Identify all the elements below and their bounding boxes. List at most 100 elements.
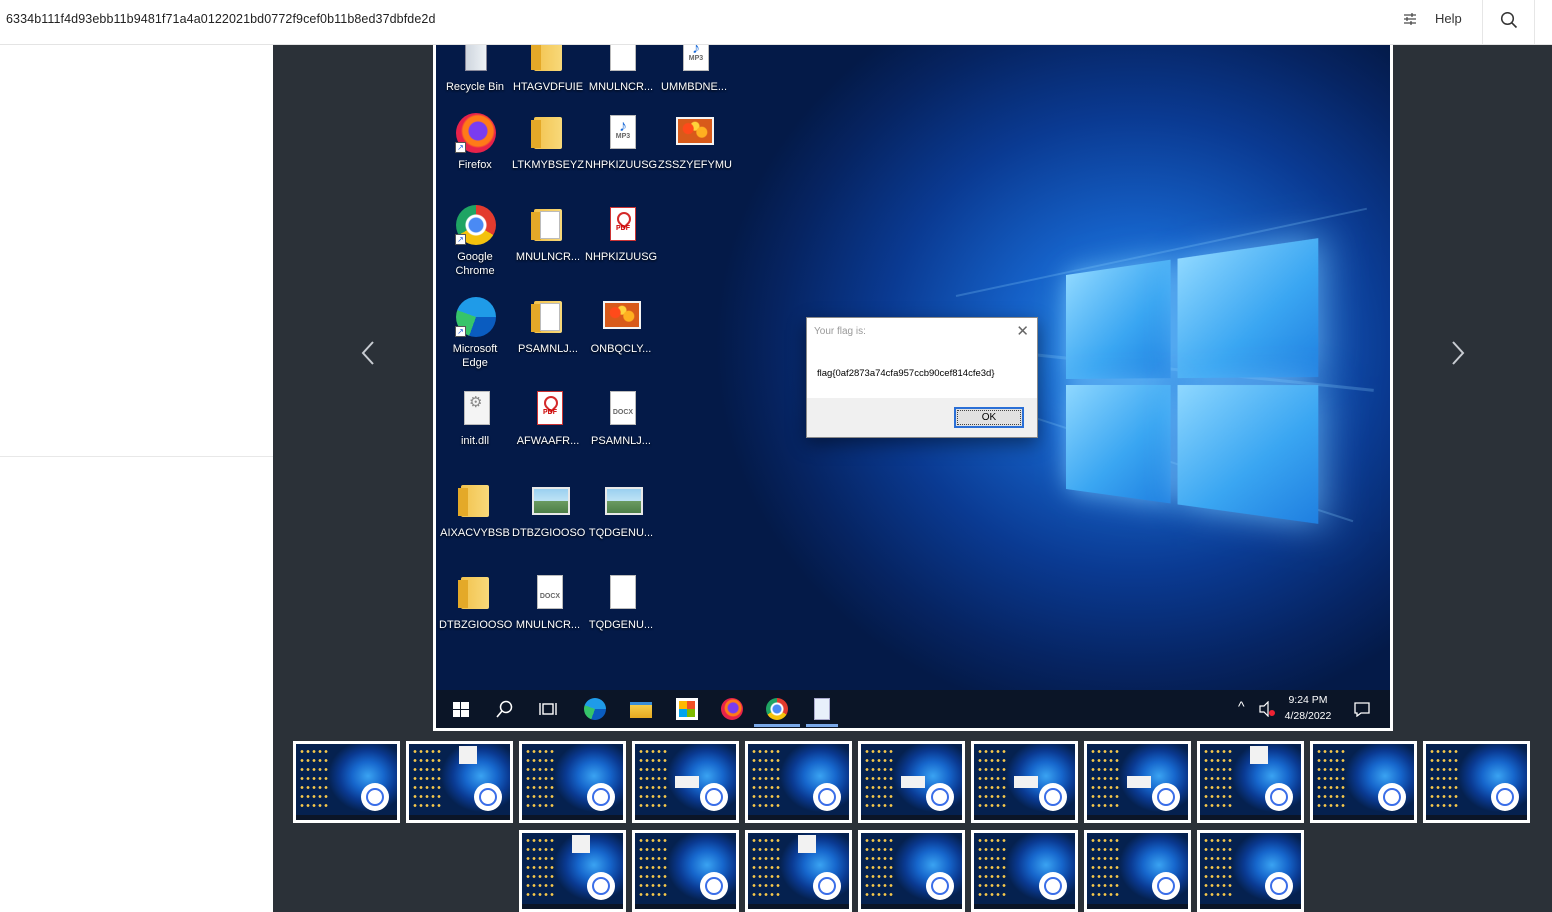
chevron-right-icon[interactable] [1445,338,1469,368]
folder-icon [528,111,568,155]
docx-file-icon: DOCX [601,387,641,431]
logo-pane [1177,385,1319,524]
icon-label: Microsoft Edge [452,343,498,369]
task-view-icon[interactable] [538,698,560,720]
icon-label: ZSSZYEFYMU [658,159,732,171]
desktop-icon-folder[interactable]: AIXACVYBSB [439,479,511,540]
sliders-icon[interactable] [1402,11,1418,27]
sandbox-badge-icon [813,872,841,900]
thumbnail[interactable] [406,741,513,823]
firefox-icon[interactable] [721,698,743,720]
help-link[interactable]: Help [1435,11,1462,26]
desktop-icon-folder[interactable]: DTBZGIOOSO [439,571,512,632]
desktop-icon-folder-document[interactable]: MNULNCR... [512,203,584,264]
desktop-icon-mp3[interactable]: ♪ MP3 NHPKIZUUSG [585,111,657,172]
firefox-icon: ↗ [455,111,496,155]
thumbnail[interactable] [1197,830,1304,912]
desktop-icon-recycle-bin[interactable]: Recycle Bin [439,45,511,94]
clock-time: 9:24 PM [1288,694,1328,706]
desktop-icon-picture[interactable]: DTBZGIOOSO [512,479,585,540]
docx-file-icon: DOCX [528,571,568,615]
thumbnail[interactable] [971,830,1078,912]
thumbnail[interactable] [632,830,739,912]
clock-date: 4/28/2022 [1284,710,1332,722]
desktop-icon-pdf[interactable]: PDF AFWAAFR... [512,387,584,448]
dialog-title: Your flag is: [814,326,866,337]
chrome-icon: ↗ [455,203,496,247]
icon-label: ONBQCLY... [590,343,652,355]
file-explorer-icon[interactable] [630,702,652,718]
search-icon[interactable] [494,698,516,720]
desktop-icon-docx[interactable]: DOCX PSAMNLJ... [585,387,657,448]
system-clock[interactable]: 9:24 PM 4/28/2022 [1276,692,1340,724]
desktop-icon-folder[interactable]: LTKMYBSEYZ [512,111,584,172]
icon-label: PSAMNLJ... [591,435,651,447]
store-icon[interactable] [676,698,698,720]
icon-label: UMMBDNE... [661,81,727,93]
icon-label: TQDGENU... [588,619,654,631]
flag-message-dialog: Your flag is: ✕ flag{0af2873a74cfa957ccb… [806,317,1038,438]
thumbnail[interactable] [1423,741,1530,823]
sandbox-badge-icon [1265,872,1293,900]
thumbnail[interactable] [519,830,626,912]
image-file-icon [674,111,714,155]
mp3-file-icon: ♪ MP3 [601,111,641,155]
close-icon[interactable]: ✕ [1016,322,1029,340]
windows-start-icon[interactable] [450,698,472,720]
chevron-left-icon[interactable] [357,338,381,368]
desktop-icon-document[interactable]: MNULNCR... [585,45,657,94]
desktop-icon-image[interactable]: ONBQCLY... [585,295,657,356]
desktop-icon-chrome[interactable]: ↗ Google Chrome [439,203,511,278]
desktop-icon-firefox[interactable]: ↗ Firefox [439,111,511,172]
sandbox-badge-icon [1152,872,1180,900]
thumbnail[interactable] [1084,741,1191,823]
desktop-icon-folder-document[interactable]: PSAMNLJ... [512,295,584,356]
thumbnail[interactable] [1310,741,1417,823]
recycle-bin-icon [455,45,495,77]
desktop-icon-pdf[interactable]: PDF NHPKIZUUSG [585,203,657,264]
thumbnail[interactable] [632,741,739,823]
ok-button[interactable]: OK [954,407,1024,428]
edge-icon[interactable] [584,698,606,720]
left-panel [0,45,273,912]
desktop-icon-picture[interactable]: TQDGENU... [585,479,657,540]
thumbnail[interactable] [1197,741,1304,823]
desktop-icon-folder[interactable]: HTAGVDFUIE [512,45,584,94]
chrome-icon[interactable] [766,698,788,720]
notification-center-icon[interactable] [1353,701,1371,717]
sandbox-badge-icon [700,872,728,900]
thumbnail[interactable] [293,741,400,823]
folder-document-icon [528,295,568,339]
thumbnail[interactable] [745,830,852,912]
sandbox-badge-icon [926,783,954,811]
search-button[interactable] [1482,0,1535,44]
logo-pane [1066,259,1171,379]
flag-text: flag{0af2873a74cfa957ccb90cef814cfe3d} [817,368,995,379]
desktop-icon-edge[interactable]: ↗ Microsoft Edge [439,295,511,370]
desktop-icon-image[interactable]: ZSSZYEFYMU [658,111,732,172]
thumbnail[interactable] [1084,830,1191,912]
image-file-icon [601,295,641,339]
main-screenshot[interactable]: Recycle Bin HTAGVDFUIE MNULNCR... ♪ MP3 U… [433,45,1393,731]
edge-icon: ↗ [455,295,496,339]
thumbnail[interactable] [971,741,1078,823]
speaker-muted-icon[interactable] [1258,701,1276,717]
icon-label: Google Chrome [455,251,495,277]
search-icon [1500,11,1518,29]
icon-label: init.dll [460,435,490,447]
notepad-icon[interactable] [814,698,830,720]
icon-label: AFWAAFR... [516,435,580,447]
folder-icon [455,479,495,523]
desktop-icon-mp3[interactable]: ♪ MP3 UMMBDNE... [658,45,730,94]
picture-file-icon [601,479,643,523]
thumbnail[interactable] [745,741,852,823]
thumbnail[interactable] [858,830,965,912]
desktop-icon-docx[interactable]: DOCX MNULNCR... [512,571,584,632]
thumbnail[interactable] [519,741,626,823]
folder-document-icon [528,203,568,247]
sandbox-badge-icon [361,783,389,811]
desktop-icon-dll[interactable]: init.dll [439,387,511,448]
thumbnail[interactable] [858,741,965,823]
chevron-up-icon[interactable]: ^ [1238,698,1245,714]
desktop-icon-blank-file[interactable]: TQDGENU... [585,571,657,632]
